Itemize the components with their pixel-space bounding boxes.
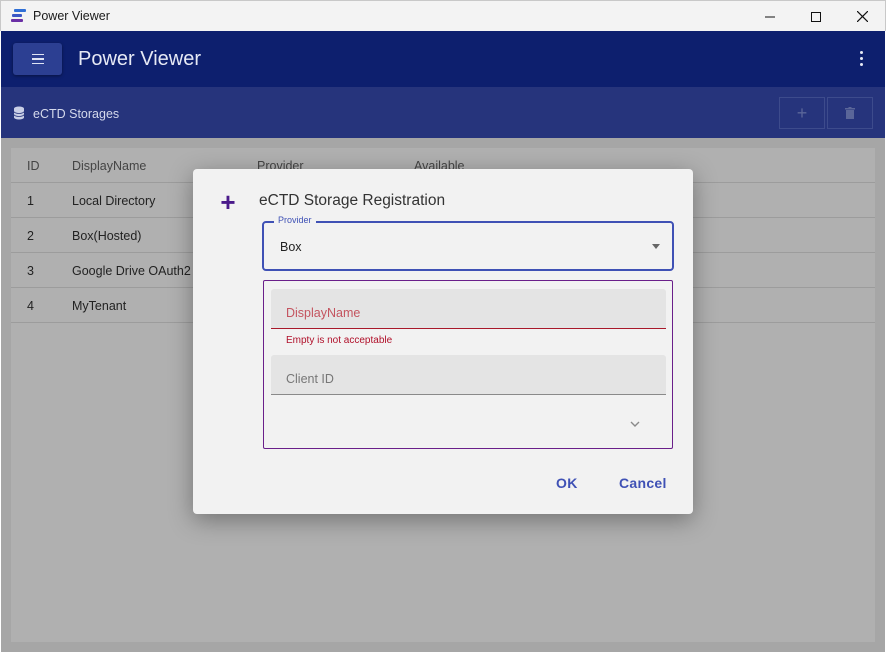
cell-id: 1 bbox=[27, 194, 34, 208]
minimize-button[interactable] bbox=[747, 1, 793, 32]
dialog-title: eCTD Storage Registration bbox=[259, 192, 446, 209]
close-button[interactable] bbox=[839, 1, 885, 32]
cancel-button[interactable]: Cancel bbox=[619, 475, 667, 491]
provider-settings-group: DisplayName Empty is not acceptable Clie… bbox=[263, 280, 673, 449]
column-header-id[interactable]: ID bbox=[27, 159, 40, 173]
minimize-icon bbox=[765, 16, 775, 17]
dropdown-arrow-icon bbox=[652, 244, 660, 249]
storage-section-title: eCTD Storages bbox=[33, 107, 120, 121]
close-icon bbox=[856, 11, 868, 22]
menu-button[interactable] bbox=[13, 43, 62, 75]
cell-id: 3 bbox=[27, 264, 34, 278]
column-header-displayname[interactable]: DisplayName bbox=[72, 159, 146, 173]
cell-displayname: Local Directory bbox=[72, 194, 156, 208]
storage-toolbar: eCTD Storages + bbox=[1, 87, 885, 138]
database-icon bbox=[13, 106, 25, 120]
hamburger-icon bbox=[31, 53, 44, 56]
displayname-field[interactable]: DisplayName bbox=[271, 289, 666, 329]
plus-icon: + bbox=[220, 187, 236, 217]
provider-label: Provider bbox=[274, 215, 316, 225]
trash-icon bbox=[845, 107, 855, 119]
displayname-error: Empty is not acceptable bbox=[286, 335, 393, 346]
window-title: Power Viewer bbox=[33, 9, 110, 23]
maximize-icon bbox=[811, 11, 821, 22]
cell-id: 2 bbox=[27, 229, 34, 243]
more-vertical-icon[interactable] bbox=[859, 51, 863, 66]
cell-displayname: Box(Hosted) bbox=[72, 229, 142, 243]
provider-value: Box bbox=[280, 240, 302, 254]
app-header: Power Viewer bbox=[1, 31, 885, 87]
cell-id: 4 bbox=[27, 299, 34, 313]
delete-storage-button[interactable] bbox=[827, 97, 873, 129]
app-header-title: Power Viewer bbox=[78, 48, 202, 70]
cell-displayname: Google Drive OAuth2 bbox=[72, 264, 191, 278]
provider-select[interactable]: Provider Box bbox=[262, 215, 674, 271]
client-id-placeholder: Client ID bbox=[286, 372, 334, 386]
plus-icon: + bbox=[796, 102, 808, 123]
client-id-field[interactable]: Client ID bbox=[271, 355, 666, 395]
cell-displayname: MyTenant bbox=[72, 299, 127, 313]
window-titlebar: Power Viewer bbox=[0, 0, 886, 31]
app-logo-icon bbox=[11, 8, 27, 24]
ok-button[interactable]: OK bbox=[556, 475, 578, 491]
maximize-button[interactable] bbox=[793, 1, 839, 32]
add-storage-button[interactable]: + bbox=[779, 97, 825, 129]
storage-registration-dialog: + eCTD Storage Registration Provider Box… bbox=[193, 169, 693, 514]
displayname-placeholder: DisplayName bbox=[286, 306, 361, 320]
chevron-down-icon[interactable] bbox=[630, 419, 640, 429]
